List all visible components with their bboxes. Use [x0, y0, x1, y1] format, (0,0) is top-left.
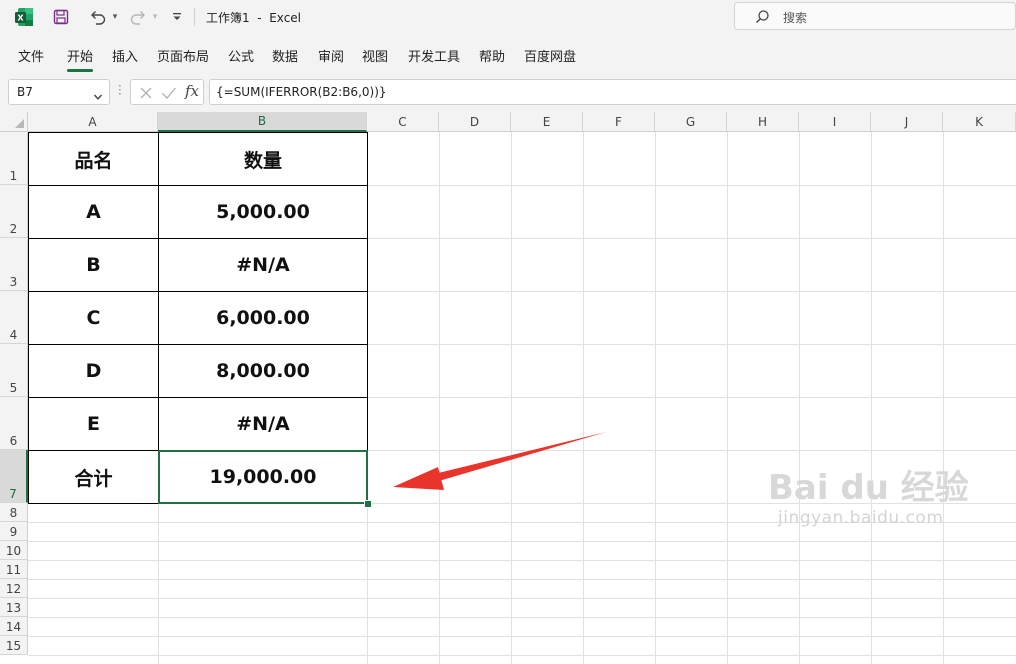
undo-dropdown-icon[interactable]: ▾: [110, 7, 120, 27]
name-box[interactable]: B7: [8, 79, 110, 105]
window-title: 工作簿1 - Excel: [206, 11, 302, 25]
formula-bar-grip-icon[interactable]: · · ·: [118, 80, 122, 100]
formula-input[interactable]: {=SUM(IFERROR(B2:B6,0))}: [209, 79, 1016, 105]
redo-icon[interactable]: [128, 7, 148, 27]
tab-5[interactable]: 数据: [272, 46, 298, 65]
save-icon[interactable]: [52, 7, 70, 27]
confirm-formula-icon[interactable]: [161, 85, 177, 104]
tab-2[interactable]: 插入: [112, 46, 138, 65]
formula-bar: B7 · · · fx {=SUM(IFERROR(B2:B6,0))}: [0, 76, 1016, 112]
title-bar: ▾ ▾ 工作簿1 - Excel 搜索: [0, 0, 1016, 36]
formula-buttons: fx: [130, 79, 204, 105]
cancel-formula-icon[interactable]: [139, 85, 153, 104]
excel-logo-icon[interactable]: [14, 7, 34, 27]
insert-function-icon[interactable]: fx: [185, 82, 199, 100]
worksheet-grid[interactable]: A B C D E F G H I J K 1 2 3 4 5 6 7 8 9 10 11 12 13 14 15 品名 数量 A 5,0…: [0, 112, 1016, 664]
annotation-arrow-icon: [393, 432, 606, 490]
tab-0[interactable]: 文件: [18, 46, 44, 65]
search-placeholder: 搜索: [783, 11, 808, 25]
search-box[interactable]: 搜索: [734, 2, 1016, 30]
search-icon: [755, 9, 770, 28]
watermark-brand: Bai du 经验: [768, 468, 969, 508]
arrow-head: [393, 467, 444, 490]
tab-4[interactable]: 公式: [228, 46, 254, 65]
tab-1[interactable]: 开始: [67, 46, 94, 72]
formula-text: {=SUM(IFERROR(B2:B6,0))}: [216, 85, 387, 99]
redo-dropdown-icon[interactable]: ▾: [150, 7, 160, 27]
tab-9[interactable]: 帮助: [479, 46, 505, 65]
chevron-down-icon[interactable]: [93, 87, 103, 106]
tab-3[interactable]: 页面布局: [157, 46, 209, 65]
tab-6[interactable]: 审阅: [318, 46, 344, 65]
tab-10[interactable]: 百度网盘: [524, 46, 576, 65]
ribbon-tabs: 文件 开始 插入 页面布局 公式 数据 审阅 视图 开发工具 帮助 百度网盘: [0, 36, 1016, 76]
name-box-value: B7: [17, 85, 33, 99]
watermark-url: jingyan.baidu.com: [778, 508, 944, 528]
arrow-shaft: [430, 432, 606, 483]
undo-icon[interactable]: [88, 7, 108, 27]
tab-7[interactable]: 视图: [362, 46, 388, 65]
tab-8[interactable]: 开发工具: [408, 46, 460, 65]
title-separator: [194, 8, 195, 26]
customize-quick-access-icon[interactable]: [170, 7, 184, 27]
